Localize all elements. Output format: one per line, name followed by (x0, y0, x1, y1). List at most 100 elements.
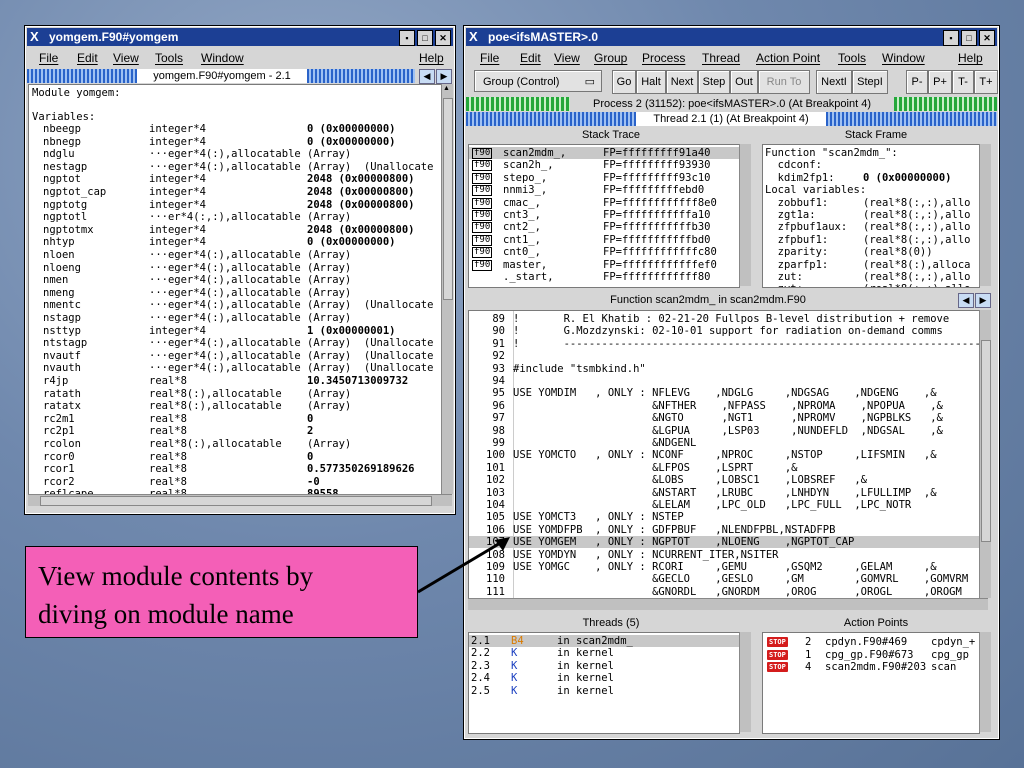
variable-row[interactable]: rc2m1 real*8 0 (29, 413, 442, 425)
line-number[interactable]: 98 (473, 425, 505, 437)
variable-row[interactable]: ngptotg integer*4 2048 (0x00000800) (29, 199, 442, 211)
stack-frame-row[interactable]: zparfp1: (real*8(:),alloca (763, 259, 979, 271)
stack-trace-row[interactable]: f90 cnt2_, FP=fffffffffffb30 (469, 221, 739, 234)
variable-name[interactable]: ngptotg (43, 199, 87, 211)
variable-name[interactable]: rc2p1 (43, 425, 75, 437)
variable-row[interactable]: nsttyp integer*4 1 (0x00000001) (29, 325, 442, 337)
variable-row[interactable]: ntstagp ···eger*4(:),allocatable (Array) (… (29, 337, 442, 349)
line-number[interactable]: 106 (473, 524, 505, 536)
source-hscrollbar[interactable] (468, 598, 988, 610)
thread-row[interactable]: 2.5 Kin kernel (469, 685, 739, 697)
source-line[interactable]: 102 &LOBS ,LOBSC1 ,LOBSREF ,& (469, 474, 979, 486)
line-number[interactable]: 94 (473, 375, 505, 387)
variable-row[interactable]: nestagp ···eger*4(:),allocatable (Array) (… (29, 161, 442, 173)
process-next-button[interactable]: P+ (928, 70, 952, 94)
variable-row[interactable]: ngptotl ···er*4(:,:),allocatable (Array) (29, 211, 442, 223)
variable-name[interactable]: rcor1 (43, 463, 75, 475)
menu-window[interactable]: Window (201, 51, 244, 65)
source-line[interactable]: 97 &NGTO ,NGT1 ,NPROMV ,NGPBLKS ,& (469, 412, 979, 424)
line-number[interactable]: 104 (473, 499, 505, 511)
variable-name[interactable]: rcolon (43, 438, 81, 450)
menu-process[interactable]: Process (642, 51, 685, 65)
source-line[interactable]: 104 &LELAM ,LPC_OLD ,LPC_FULL ,LPC_NOTR (469, 499, 979, 511)
stack-trace-row[interactable]: f90 master, FP=ffffffffffffef0 (469, 259, 739, 271)
menu-action-point[interactable]: Action Point (756, 51, 820, 65)
menu-file[interactable]: File (39, 51, 58, 65)
variable-row[interactable]: rc2p1 real*8 2 (29, 425, 442, 437)
line-number[interactable]: 102 (473, 474, 505, 486)
variable-name[interactable]: nsttyp (43, 325, 81, 337)
stack-frame-row[interactable]: kdim2fp1: 0 (0x00000000) (763, 172, 979, 184)
variable-name[interactable]: ngptot (43, 173, 81, 185)
variable-row[interactable]: nmeng ···eger*4(:),allocatable (Array) (29, 287, 442, 299)
stack-trace-row[interactable]: f90 stepo_, FP=fffffffff93c10 (469, 172, 739, 184)
source-line[interactable]: 96 &NFTHER ,NFPASS ,NPROMA ,NPOPUA ,& (469, 400, 979, 412)
group-selector[interactable]: Group (Control) ▭ (474, 70, 602, 92)
source-line[interactable]: 101 &LFPOS ,LSPRT ,& (469, 462, 979, 474)
variable-row[interactable]: nmen ···eger*4(:),allocatable (Array) (29, 274, 442, 286)
variable-name[interactable]: nbeegp (43, 123, 81, 135)
line-number[interactable]: 107 (473, 536, 505, 548)
thread-row[interactable]: 2.2 Kin kernel (469, 647, 739, 659)
line-number[interactable]: 92 (473, 350, 505, 362)
variable-name[interactable]: nbnegp (43, 136, 81, 148)
minimize-button[interactable]: ▪ (399, 30, 415, 46)
variable-row[interactable]: nstagp ···eger*4(:),allocatable (Array) (29, 312, 442, 324)
variable-name[interactable]: nhtyp (43, 236, 75, 248)
thread-prev-button[interactable]: T- (952, 70, 974, 94)
maximize-button[interactable]: □ (417, 30, 433, 46)
stepi-button[interactable]: StepI (852, 70, 888, 94)
line-number[interactable]: 91 (473, 338, 505, 350)
stack-frame-row[interactable]: zgt1a: (real*8(:,:),allo (763, 209, 979, 221)
stack-trace-row[interactable]: f90 nnmi3_, FP=fffffffffebd0 (469, 184, 739, 197)
run-to-button[interactable]: Run To (758, 70, 810, 94)
source-line[interactable]: 94 (469, 375, 979, 387)
source-line[interactable]: 93 #include "tsmbkind.h" (469, 363, 979, 375)
variable-row[interactable]: rcor0 real*8 0 (29, 451, 442, 463)
variable-row[interactable]: rcolon real*8(:),allocatable (Array) (29, 438, 442, 450)
action-points-pane[interactable]: STOP 2 cpdyn.F90#469 cpdyn_+ STOP 1 cpg_gp.F90… (762, 632, 980, 734)
out-button[interactable]: Out (730, 70, 758, 94)
variable-row[interactable]: ndglu ···eger*4(:),allocatable (Array) (29, 148, 442, 160)
variable-name[interactable]: ngptotl (43, 211, 87, 223)
variable-name[interactable]: nestagp (43, 161, 87, 173)
line-number[interactable]: 95 (473, 387, 505, 399)
line-number[interactable]: 97 (473, 412, 505, 424)
stop-icon[interactable]: STOP (767, 637, 788, 647)
action-point-row[interactable]: STOP 1 cpg_gp.F90#673 cpg_gp (763, 649, 979, 661)
x-logo-icon[interactable]: X (469, 28, 478, 46)
variable-row[interactable]: ratath real*8(:),allocatable (Array) (29, 388, 442, 400)
source-line[interactable]: 99 &NDGENL (469, 437, 979, 449)
variable-name[interactable]: nmentc (43, 299, 81, 311)
variable-row[interactable]: nhtyp integer*4 0 (0x00000000) (29, 236, 442, 248)
line-number[interactable]: 111 (473, 586, 505, 598)
maximize-button[interactable]: □ (961, 30, 977, 46)
horizontal-scrollbar[interactable] (28, 494, 452, 506)
menu-view[interactable]: View (554, 51, 580, 65)
variable-name[interactable]: r4jp (43, 375, 68, 387)
menu-file[interactable]: File (480, 51, 499, 65)
variable-name[interactable]: ndglu (43, 148, 75, 160)
variable-name[interactable]: nvautf (43, 350, 81, 362)
variable-name[interactable]: ratatx (43, 400, 81, 412)
scroll-thumb[interactable] (443, 98, 453, 300)
thread-row[interactable]: 2.3 Kin kernel (469, 660, 739, 672)
threads-scrollbar[interactable] (739, 632, 751, 732)
line-number[interactable]: 89 (473, 313, 505, 325)
stack-frame-pane[interactable]: Function "scan2mdm_": cdconf: kdim2fp1: 0… (762, 144, 980, 288)
variable-name[interactable]: ratath (43, 388, 81, 400)
variable-name[interactable]: nvauth (43, 362, 81, 374)
variable-name[interactable]: nmen (43, 274, 68, 286)
source-back-icon[interactable]: ◀ (958, 293, 974, 308)
stack-frame-row[interactable]: Function "scan2mdm_": (763, 147, 979, 159)
source-line[interactable]: 105 USE YOMCT3 , ONLY : NSTEP (469, 511, 979, 523)
variable-name[interactable]: ngptotmx (43, 224, 94, 236)
variable-row[interactable]: r4jp real*8 10.3450713009732 (29, 375, 442, 387)
variable-name[interactable]: rcor2 (43, 476, 75, 488)
source-line[interactable]: 106 USE YOMDFPB , ONLY : GDFPBUF ,NLENDFP… (469, 524, 979, 536)
process-prev-button[interactable]: P- (906, 70, 928, 94)
stack-trace-row[interactable]: f90 scan2mdm_, FP=fffffffff91a40 (469, 147, 739, 159)
menu-view[interactable]: View (113, 51, 139, 65)
source-line[interactable]: 90 ! G.Mozdzynski: 02-10-01 support for r… (469, 325, 979, 337)
source-line[interactable]: 111 &GNORDL ,GNORDM ,OROG ,OROGL ,OROGM (469, 586, 979, 598)
